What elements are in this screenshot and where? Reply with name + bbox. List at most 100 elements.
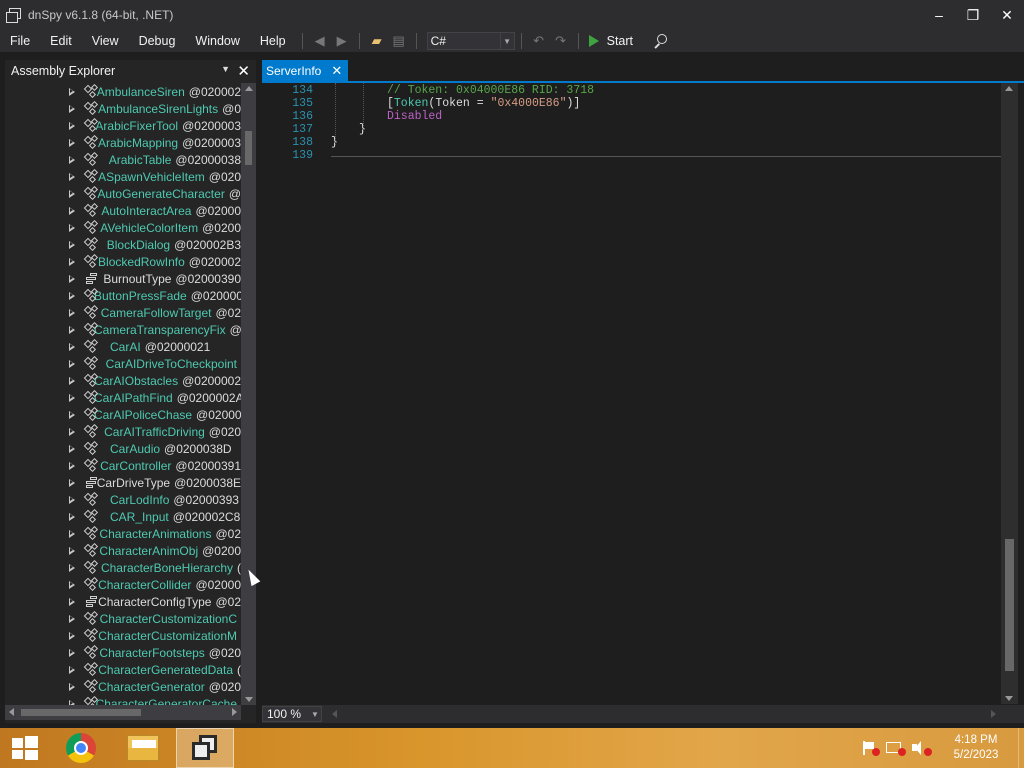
panel-menu-chevron-icon[interactable]: ▼ [221, 64, 230, 74]
tree-item[interactable]: CharacterGeneratorCache [5, 695, 241, 705]
tree-item[interactable]: AmbulanceSirenLights @0 [5, 100, 241, 117]
assembly-tree[interactable]: AmbulanceSiren @020002 AmbulanceSirenLight… [5, 83, 241, 705]
expand-arrow-icon[interactable] [69, 240, 75, 249]
expand-arrow-icon[interactable] [69, 597, 75, 606]
tree-item[interactable]: CharacterCustomizationC [5, 610, 241, 627]
tree-item[interactable]: CharacterAnimObj @0200 [5, 542, 241, 559]
expand-arrow-icon[interactable] [69, 614, 75, 623]
dnspy-app-icon[interactable] [6, 8, 21, 23]
menu-file[interactable]: File [0, 30, 40, 52]
tree-item[interactable]: CharacterCollider @02000 [5, 576, 241, 593]
expand-arrow-icon[interactable] [69, 495, 75, 504]
tree-item[interactable]: ASpawnVehicleItem @020 [5, 168, 241, 185]
restore-button[interactable]: ❐ [956, 0, 990, 30]
tree-item[interactable]: BurnoutType @02000390 [5, 270, 241, 287]
expand-arrow-icon[interactable] [69, 155, 75, 164]
menu-edit[interactable]: Edit [40, 30, 82, 52]
expand-arrow-icon[interactable] [69, 512, 75, 521]
tree-item[interactable]: CarAIDriveToCheckpoint [5, 355, 241, 372]
scroll-right-arrow-icon[interactable] [991, 710, 996, 718]
minimize-button[interactable]: – [922, 0, 956, 30]
windows-start-icon[interactable] [12, 736, 38, 760]
tree-item[interactable]: CarAIPoliceChase @02000 [5, 406, 241, 423]
expand-arrow-icon[interactable] [69, 223, 75, 232]
tree-item[interactable]: CharacterConfigType @02 [5, 593, 241, 610]
tree-item[interactable]: AutoGenerateCharacter @ [5, 185, 241, 202]
tree-item[interactable]: BlockDialog @020002B3 [5, 236, 241, 253]
expand-arrow-icon[interactable] [69, 393, 75, 402]
undo-icon[interactable]: ↶ [528, 30, 550, 52]
expand-arrow-icon[interactable] [69, 648, 75, 657]
tree-vertical-scrollbar[interactable] [241, 83, 256, 705]
open-list-icon[interactable]: ▤ [388, 30, 410, 52]
expand-arrow-icon[interactable] [69, 121, 75, 130]
expand-arrow-icon[interactable] [69, 427, 75, 436]
expand-arrow-icon[interactable] [69, 206, 75, 215]
tree-item[interactable]: CarController @02000391 [5, 457, 241, 474]
expand-arrow-icon[interactable] [69, 580, 75, 589]
menu-view[interactable]: View [82, 30, 129, 52]
start-debugging-button[interactable]: Start [588, 34, 633, 48]
tree-item[interactable]: CharacterCustomizationM [5, 627, 241, 644]
scroll-down-arrow-icon[interactable] [245, 697, 253, 702]
clock[interactable]: 4:18 PM 5/2/2023 [936, 733, 1016, 763]
tree-item[interactable]: CharacterGenerator @020 [5, 678, 241, 695]
tab-serverinfo[interactable]: ServerInfo ✕ [262, 60, 349, 81]
action-center-flag-icon[interactable] [858, 740, 880, 756]
redo-icon[interactable]: ↷ [550, 30, 572, 52]
open-folder-icon[interactable]: ▰ [366, 30, 388, 52]
scroll-left-arrow-icon[interactable] [332, 710, 337, 718]
menu-help[interactable]: Help [250, 30, 296, 52]
scrollbar-thumb[interactable] [245, 131, 252, 165]
expand-arrow-icon[interactable] [69, 172, 75, 181]
close-window-button[interactable]: ✕ [990, 0, 1024, 30]
expand-arrow-icon[interactable] [69, 478, 75, 487]
tree-item[interactable]: ArabicTable @02000038 [5, 151, 241, 168]
expand-arrow-icon[interactable] [69, 410, 75, 419]
expand-arrow-icon[interactable] [69, 376, 75, 385]
expand-arrow-icon[interactable] [69, 682, 75, 691]
expand-arrow-icon[interactable] [69, 257, 75, 266]
tree-item[interactable]: CarAI @02000021 [5, 338, 241, 355]
tree-item[interactable]: CarAIPathFind @0200002A [5, 389, 241, 406]
tree-horizontal-scrollbar[interactable] [5, 705, 241, 720]
close-panel-icon[interactable]: ✕ [237, 62, 250, 80]
volume-icon[interactable] [910, 740, 932, 756]
tree-item[interactable]: AutoInteractArea @02000 [5, 202, 241, 219]
tree-item[interactable]: CarAIObstacles @0200002 [5, 372, 241, 389]
search-icon[interactable] [653, 34, 668, 48]
network-icon[interactable] [884, 740, 906, 756]
tree-item[interactable]: CharacterBoneHierarchy( [5, 559, 241, 576]
expand-arrow-icon[interactable] [69, 359, 75, 368]
expand-arrow-icon[interactable] [69, 631, 75, 640]
tree-item[interactable]: CharacterAnimations @02 [5, 525, 241, 542]
scroll-down-arrow-icon[interactable] [1005, 696, 1013, 701]
navigate-forward-icon[interactable]: ▶ [331, 30, 353, 52]
navigate-back-icon[interactable]: ◀ [309, 30, 331, 52]
menu-debug[interactable]: Debug [129, 30, 186, 52]
taskbar-chrome[interactable] [52, 728, 110, 768]
tree-item[interactable]: CarLodInfo @02000393 [5, 491, 241, 508]
tree-item[interactable]: CameraFollowTarget @02 [5, 304, 241, 321]
expand-arrow-icon[interactable] [69, 87, 75, 96]
expand-arrow-icon[interactable] [69, 563, 75, 572]
scroll-right-arrow-icon[interactable] [232, 708, 237, 716]
taskbar-file-explorer[interactable] [114, 728, 172, 768]
editor-vertical-scrollbar[interactable] [1001, 83, 1018, 704]
scroll-up-arrow-icon[interactable] [245, 86, 253, 91]
expand-arrow-icon[interactable] [69, 546, 75, 555]
taskbar-dnspy[interactable] [176, 728, 234, 768]
tree-item[interactable]: CarDriveType @0200038E [5, 474, 241, 491]
scroll-up-arrow-icon[interactable] [1005, 86, 1013, 91]
expand-arrow-icon[interactable] [69, 444, 75, 453]
tree-item[interactable]: CarAudio @0200038D [5, 440, 241, 457]
scroll-left-arrow-icon[interactable] [9, 708, 14, 716]
expand-arrow-icon[interactable] [69, 665, 75, 674]
expand-arrow-icon[interactable] [69, 342, 75, 351]
close-tab-icon[interactable]: ✕ [331, 63, 342, 79]
expand-arrow-icon[interactable] [69, 291, 75, 300]
tree-item[interactable]: CarAITrafficDriving @020 [5, 423, 241, 440]
expand-arrow-icon[interactable] [69, 189, 75, 198]
expand-arrow-icon[interactable] [69, 325, 75, 334]
tree-item[interactable]: CharacterGeneratedData( [5, 661, 241, 678]
